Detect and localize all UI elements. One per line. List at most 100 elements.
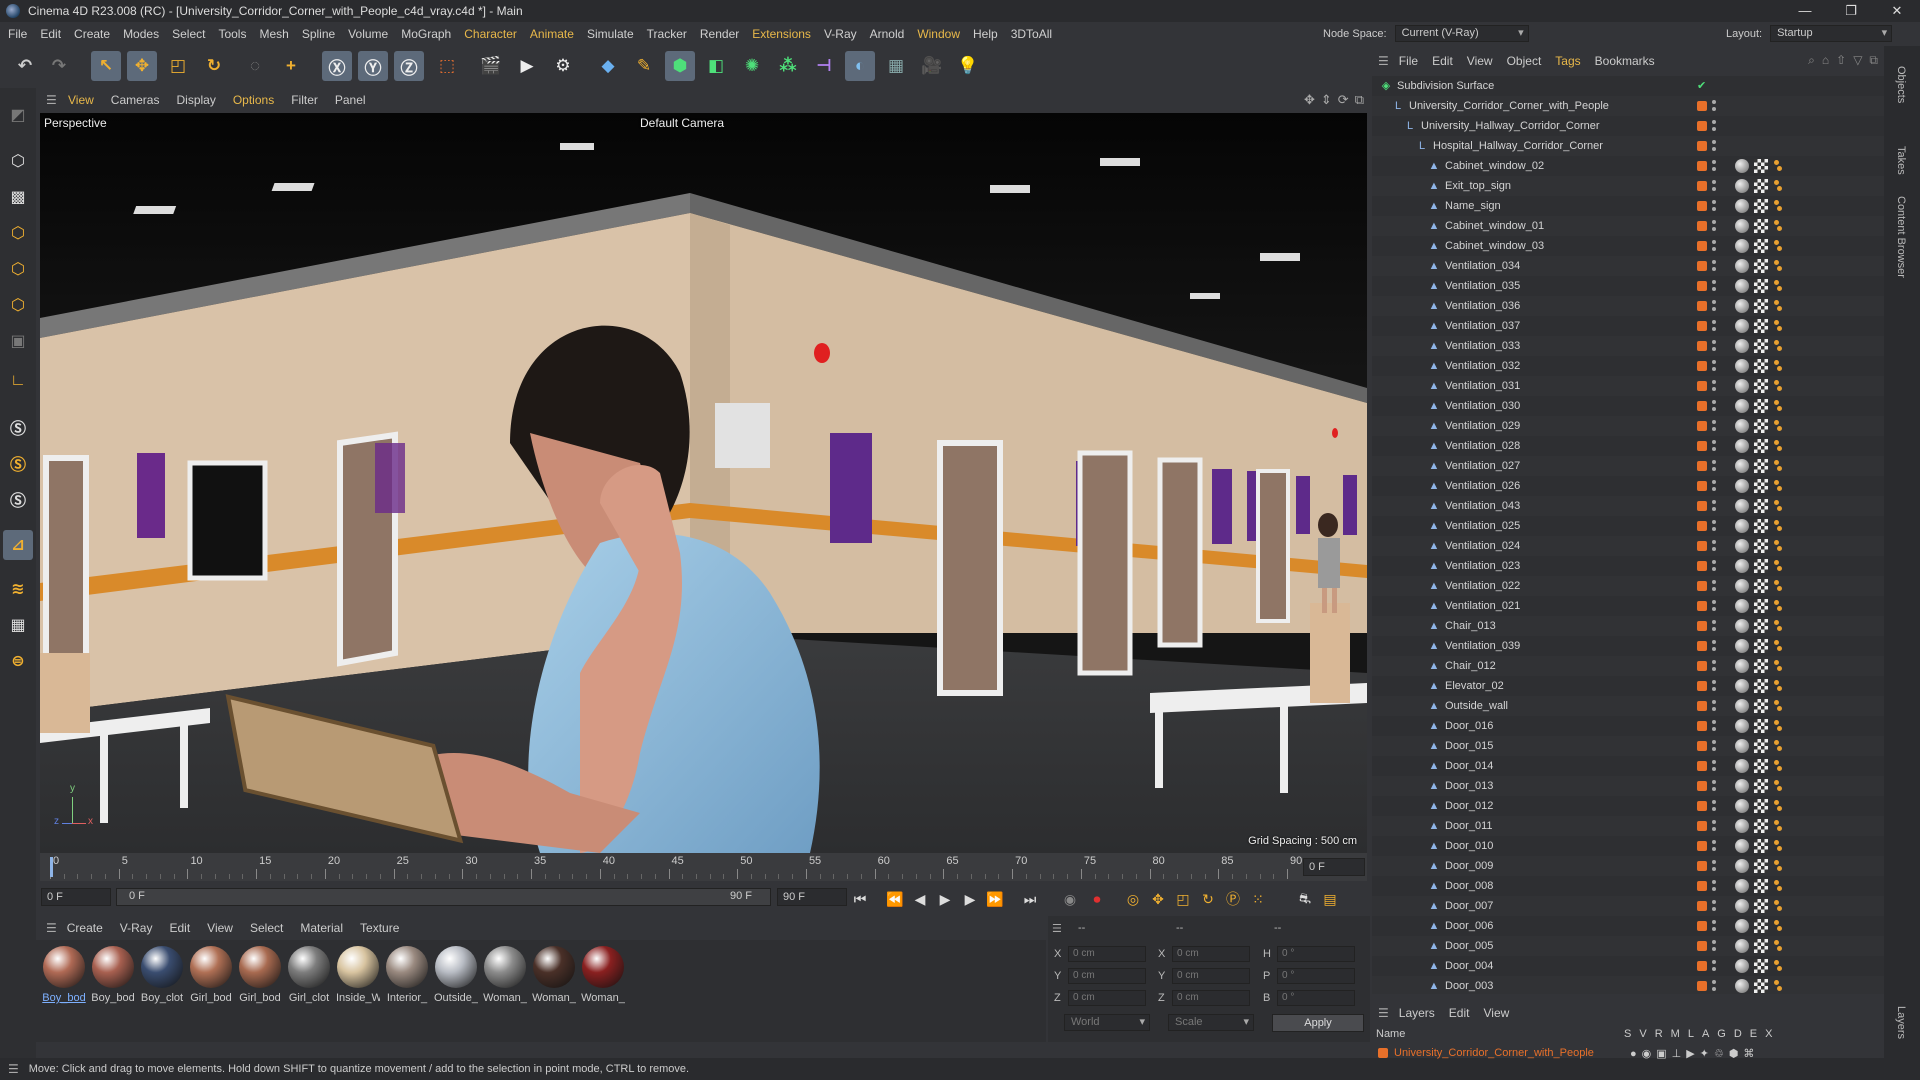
texture-tag-icon[interactable]	[1754, 299, 1768, 313]
layer-flag-icon[interactable]	[1697, 321, 1707, 331]
layer-flag-icon[interactable]	[1697, 101, 1707, 111]
y-axis-lock-icon[interactable]: Ⓨ	[358, 51, 388, 81]
layer-flag-icon[interactable]	[1697, 141, 1707, 151]
vray-tag-icon[interactable]	[1772, 680, 1782, 692]
material-tag-icon[interactable]	[1735, 159, 1749, 173]
play-icon[interactable]: ▶	[934, 888, 956, 910]
object-name[interactable]: Ventilation_023	[1445, 560, 1520, 572]
material-menu-icon[interactable]: ☰	[46, 921, 57, 935]
vray-tag-icon[interactable]	[1772, 380, 1782, 392]
object-row[interactable]: ▲ Door_014	[1372, 756, 1884, 776]
object-name[interactable]: Hospital_Hallway_Corridor_Corner	[1433, 140, 1603, 152]
texture-tag-icon[interactable]	[1754, 739, 1768, 753]
texture-tag-icon[interactable]	[1754, 239, 1768, 253]
material-tag-icon[interactable]	[1735, 679, 1749, 693]
vray-tag-icon[interactable]	[1772, 740, 1782, 752]
visibility-dots-icon[interactable]	[1712, 199, 1716, 213]
layer-flag-icon[interactable]	[1697, 441, 1707, 451]
material-menu-create[interactable]: Create	[67, 921, 103, 935]
visibility-dots-icon[interactable]	[1712, 519, 1716, 533]
object-row[interactable]: ▲ Door_013	[1372, 776, 1884, 796]
material-tag-icon[interactable]	[1735, 559, 1749, 573]
viewport-menu-icon[interactable]: ☰	[46, 93, 60, 107]
key-parameter-icon[interactable]: Ⓟ	[1222, 888, 1244, 910]
object-name[interactable]: Cabinet_window_03	[1445, 240, 1544, 252]
layer-flag-icon[interactable]	[1697, 621, 1707, 631]
object-name[interactable]: Ventilation_031	[1445, 380, 1520, 392]
material-preview[interactable]	[190, 946, 232, 988]
menu-edit[interactable]: Edit	[40, 27, 61, 41]
render-settings-icon[interactable]: ⚙	[548, 51, 578, 81]
material-tag-icon[interactable]	[1735, 179, 1749, 193]
layer-flag-icon[interactable]	[1697, 461, 1707, 471]
go-to-end-icon[interactable]: ⏭	[1019, 888, 1041, 910]
object-row[interactable]: ▲ Ventilation_039	[1372, 636, 1884, 656]
pen-spline-icon[interactable]: ✎	[629, 51, 659, 81]
solo-icon[interactable]: Ⓢ	[3, 412, 33, 442]
texture-tag-icon[interactable]	[1754, 279, 1768, 293]
vray-tag-icon[interactable]	[1772, 420, 1782, 432]
start-frame-field[interactable]: 0 F	[41, 888, 111, 906]
vray-tag-icon[interactable]	[1772, 980, 1782, 992]
vray-tag-icon[interactable]	[1772, 760, 1782, 772]
object-name[interactable]: Door_011	[1445, 820, 1493, 832]
material-tag-icon[interactable]	[1735, 899, 1749, 913]
object-row[interactable]: ▲ Door_005	[1372, 936, 1884, 956]
move-tool-icon[interactable]: ✥	[127, 51, 157, 81]
object-name[interactable]: Ventilation_033	[1445, 340, 1520, 352]
layer-flag-icon[interactable]	[1697, 881, 1707, 891]
material-tag-icon[interactable]	[1735, 439, 1749, 453]
object-name[interactable]: Door_009	[1445, 860, 1493, 872]
material-preview[interactable]	[386, 946, 428, 988]
object-row[interactable]: ▲ Door_003	[1372, 976, 1884, 994]
vray-tag-icon[interactable]	[1772, 580, 1782, 592]
visibility-dots-icon[interactable]	[1712, 699, 1716, 713]
viewport-menu-panel[interactable]: Panel	[335, 93, 366, 107]
vray-tag-icon[interactable]	[1772, 360, 1782, 372]
pos-x-field[interactable]: 0 cm	[1068, 946, 1146, 962]
material-swatch[interactable]: Girl_clot	[287, 946, 331, 1004]
object-name[interactable]: Subdivision Surface	[1397, 80, 1494, 92]
field-icon[interactable]: ◐	[845, 51, 875, 81]
tab-content-browser[interactable]: Content Browser	[1895, 196, 1907, 278]
undo-icon[interactable]: ↶	[10, 51, 40, 81]
material-preview[interactable]	[435, 946, 477, 988]
material-tag-icon[interactable]	[1735, 619, 1749, 633]
camera-name-label[interactable]: Default Camera	[640, 116, 724, 130]
add-null-icon[interactable]: +	[276, 51, 306, 81]
mograph-fracture-icon[interactable]: ⁂	[773, 51, 803, 81]
object-row[interactable]: ▲ Ventilation_030	[1372, 396, 1884, 416]
playhead[interactable]	[50, 857, 53, 877]
texture-tag-icon[interactable]	[1754, 379, 1768, 393]
material-tag-icon[interactable]	[1735, 459, 1749, 473]
live-selection-icon[interactable]: ↖	[91, 51, 121, 81]
visibility-dots-icon[interactable]	[1712, 119, 1716, 133]
om-menu-file[interactable]: File	[1399, 54, 1418, 68]
texture-tag-icon[interactable]	[1754, 819, 1768, 833]
subdivision-surface-icon[interactable]: ⬢	[665, 51, 695, 81]
vray-tag-icon[interactable]	[1772, 480, 1782, 492]
object-row[interactable]: ▲ Door_010	[1372, 836, 1884, 856]
key-position-icon[interactable]: ✥	[1147, 888, 1169, 910]
make-editable-icon[interactable]: ◩	[3, 100, 33, 130]
menu-tracker[interactable]: Tracker	[647, 27, 687, 41]
layer-column-header[interactable]: X	[1765, 1028, 1772, 1040]
vray-tag-icon[interactable]	[1772, 800, 1782, 812]
timeline-window-icon[interactable]: ▤	[1319, 888, 1341, 910]
layer-flag-icon[interactable]	[1697, 421, 1707, 431]
visibility-dots-icon[interactable]	[1712, 679, 1716, 693]
material-tag-icon[interactable]	[1735, 739, 1749, 753]
viewport-maximize-icon[interactable]: ⧉	[1355, 92, 1364, 108]
object-row[interactable]: ▲ Name_sign	[1372, 196, 1884, 216]
object-name[interactable]: Door_004	[1445, 960, 1493, 972]
object-name[interactable]: Door_015	[1445, 740, 1493, 752]
material-menu-edit[interactable]: Edit	[169, 921, 190, 935]
menu-window[interactable]: Window	[917, 27, 960, 41]
size-z-field[interactable]: 0 cm	[1172, 990, 1250, 1006]
workplane-icon[interactable]: ≋	[3, 574, 33, 604]
texture-tag-icon[interactable]	[1754, 619, 1768, 633]
texture-tag-icon[interactable]	[1754, 319, 1768, 333]
object-name[interactable]: Ventilation_027	[1445, 460, 1520, 472]
model-mode-icon[interactable]: ⬡	[3, 146, 33, 176]
object-row[interactable]: ▲ Ventilation_025	[1372, 516, 1884, 536]
